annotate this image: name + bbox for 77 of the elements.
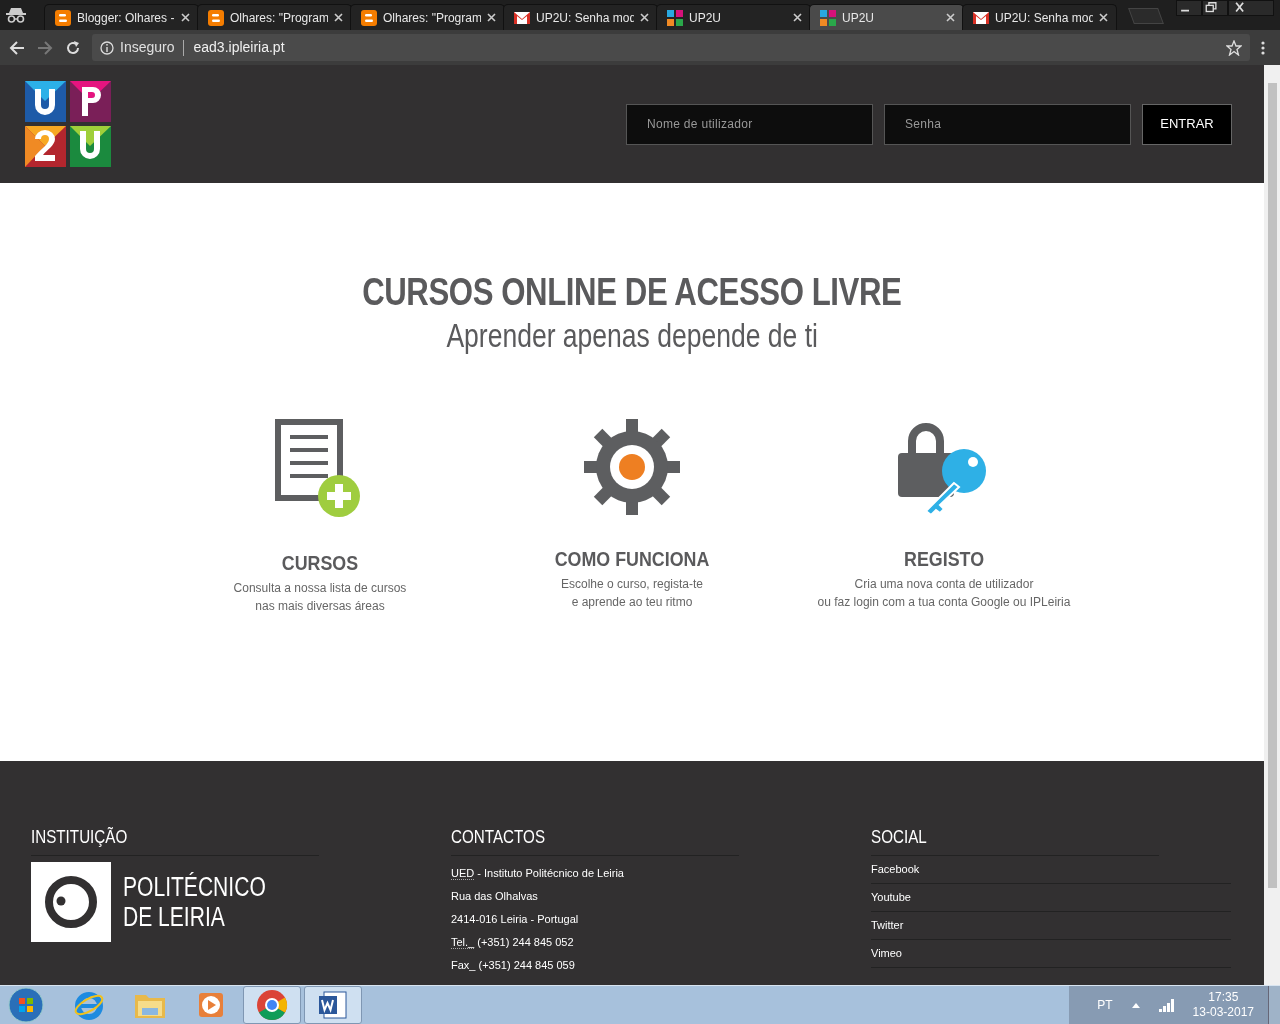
password-field[interactable]: Senha — [884, 103, 1131, 145]
mail-icon — [973, 11, 989, 24]
social-link[interactable]: Youtube — [871, 884, 1231, 912]
mail-icon — [514, 11, 530, 24]
chrome-icon — [256, 989, 288, 1021]
tab-title: Olhares: "Program — [383, 9, 481, 27]
blogger-icon — [208, 9, 224, 26]
taskbar-app[interactable] — [304, 986, 362, 1024]
feature-description: ou faz login com a tua conta Google ou IPLeiria — [817, 593, 1071, 611]
logo-icon — [667, 9, 683, 26]
username-field[interactable]: Nome de utilizador — [626, 103, 873, 145]
menu-icon — [1260, 39, 1266, 56]
contact-line: 2414-016 Leiria - Portugal — [451, 912, 580, 927]
contact-line: Rua das Olhalvas — [451, 889, 539, 904]
restore-button[interactable] — [1202, 0, 1228, 16]
close-button[interactable] — [1228, 0, 1274, 16]
institution-name: POLITÉCNICO — [123, 872, 266, 902]
star-icon — [1226, 39, 1242, 56]
browser-tab[interactable]: Olhares: "Program — [350, 4, 505, 30]
tab-title: UP2U — [842, 9, 875, 27]
contact-line: UED - Instituto Politécnico de Leiria — [451, 866, 625, 882]
taskbar-app[interactable] — [243, 986, 301, 1024]
minimize-button[interactable] — [1176, 0, 1202, 16]
footer-heading: INSTITUIÇÃO — [31, 825, 319, 856]
feature-description: Escolhe o curso, regista-te — [560, 575, 704, 593]
browser-tab[interactable]: UP2U — [656, 4, 811, 30]
feature-title: CURSOS — [281, 550, 359, 576]
tray-arrow-icon — [1130, 1001, 1141, 1009]
institution-name: DE LEIRIA — [123, 902, 226, 932]
feature-description: Cria uma nova conta de utilizador — [854, 575, 1034, 593]
feature-description: Consulta a nossa lista de cursos — [233, 579, 407, 597]
blogger-icon — [55, 9, 71, 26]
browser-tab[interactable]: Olhares: "Program — [197, 4, 352, 30]
close-icon[interactable] — [487, 13, 496, 22]
tab-title: Olhares: "Program — [230, 9, 328, 27]
forward-icon[interactable] — [36, 38, 54, 57]
browser-tab[interactable]: UP2U — [809, 4, 964, 30]
footer-heading: SOCIAL — [871, 825, 1159, 856]
close-icon[interactable] — [946, 13, 955, 22]
word-document-icon — [318, 990, 348, 1020]
browser-e-icon — [73, 989, 105, 1021]
blogger-icon — [361, 9, 377, 26]
gear-icon — [584, 419, 680, 515]
close-icon[interactable] — [334, 13, 343, 22]
feature-title: COMO FUNCIONA — [554, 546, 710, 572]
url-text: ead3.ipleiria.pt — [193, 38, 286, 57]
address-bar[interactable]: Inseguro ead3.ipleiria.pt — [92, 34, 1250, 61]
feature-description: nas mais diversas áreas — [255, 597, 385, 615]
browser-tab[interactable]: Blogger: Olhares - — [44, 4, 199, 30]
login-button[interactable]: ENTRAR — [1142, 103, 1232, 145]
close-icon[interactable] — [640, 13, 649, 22]
social-link[interactable]: Vimeo — [871, 940, 1231, 968]
contact-line: Fax_ (+351) 244 845 059 — [451, 958, 576, 973]
social-link[interactable]: Facebook — [871, 856, 1231, 884]
signal-icon — [1158, 998, 1175, 1012]
tab-title: Blogger: Olhares - — [77, 9, 175, 27]
info-icon — [100, 40, 114, 55]
close-icon[interactable] — [181, 13, 190, 22]
close-icon[interactable] — [793, 13, 802, 22]
tab-title: UP2U — [689, 9, 722, 27]
hero-title: CURSOS ONLINE DE ACESSO LIVRE — [362, 270, 902, 315]
security-label: Inseguro — [120, 38, 175, 57]
feature-description: e aprende ao teu ritmo — [571, 593, 693, 611]
show-desktop-button[interactable] — [1268, 986, 1280, 1024]
close-icon[interactable] — [1099, 13, 1108, 22]
back-icon[interactable] — [8, 38, 26, 57]
feature-title: REGISTO — [904, 546, 984, 572]
contact-line: Tel._ (+351) 244 845 052 — [451, 935, 575, 951]
incognito-icon — [6, 7, 26, 23]
social-link[interactable]: Twitter — [871, 912, 1231, 940]
hero-subtitle: Aprender apenas depende de ti — [446, 315, 818, 355]
footer-heading: CONTACTOS — [451, 825, 739, 856]
politecnico-logo-icon — [31, 862, 111, 942]
scrollbar[interactable] — [1264, 65, 1280, 985]
reload-icon[interactable] — [64, 38, 82, 57]
play-icon — [197, 991, 225, 1019]
logo-icon — [820, 9, 836, 26]
